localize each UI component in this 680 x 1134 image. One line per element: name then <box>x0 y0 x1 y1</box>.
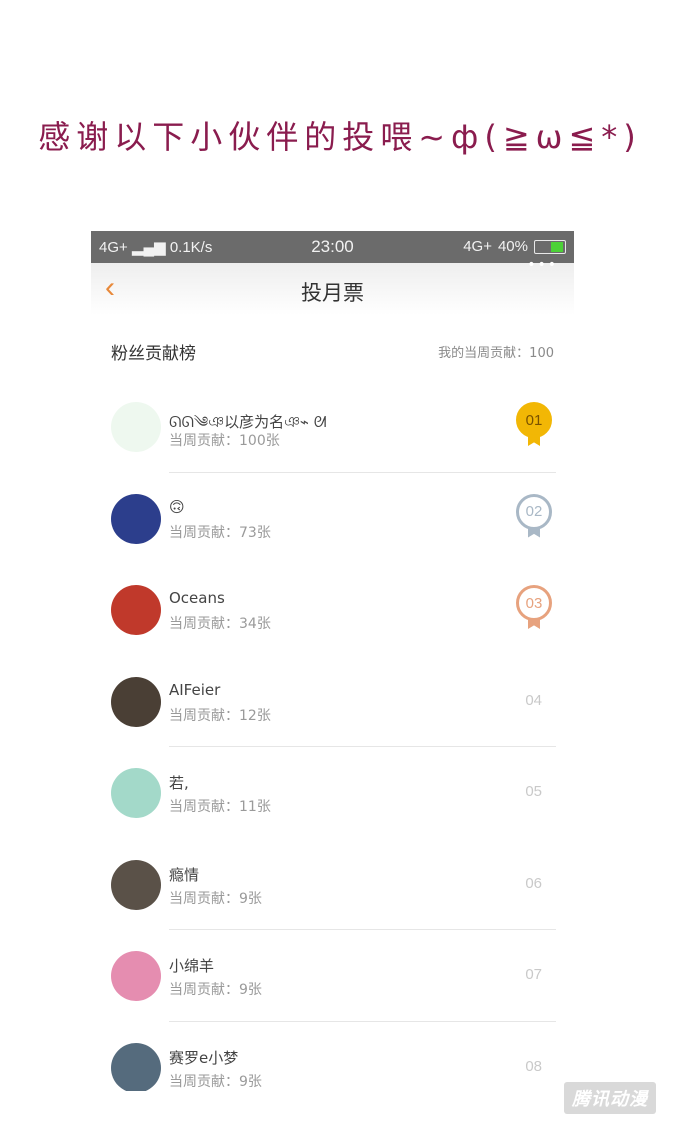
avatar[interactable] <box>111 585 161 635</box>
avatar[interactable] <box>111 402 161 452</box>
fan-contribution: 当周贡献：100张 <box>169 433 280 449</box>
page-title: 投月票 <box>301 281 364 305</box>
watermark-logo: 腾讯动漫 <box>564 1082 656 1114</box>
fan-contribution: 当周贡献：11张 <box>169 799 271 815</box>
fan-contribution: 当周贡献：9张 <box>169 890 262 907</box>
fan-name: 🙃 <box>169 497 185 516</box>
silver-medal-icon: 02 <box>516 493 552 540</box>
avatar[interactable] <box>111 1042 161 1091</box>
rank-number: 01 <box>516 402 552 438</box>
fan-name: Oceans <box>169 589 225 607</box>
avatar[interactable] <box>111 859 161 910</box>
fan-name: 瘾情 <box>169 865 200 884</box>
rank-number: 07 <box>525 966 542 983</box>
my-contribution: 我的当周贡献：100 <box>438 346 554 361</box>
section-title: 粉丝贡献榜 <box>111 344 196 364</box>
fan-ranking-header: 粉丝贡献榜 我的当周贡献：100 <box>91 335 574 365</box>
list-item[interactable]: 赛罗e小梦当周贡献：9张 08 <box>91 1022 574 1091</box>
avatar[interactable] <box>111 676 161 727</box>
fan-contribution: 当周贡献：9张 <box>169 1073 262 1090</box>
fan-name: 若, <box>169 774 189 792</box>
fan-list: ᘏᘏ༄ঞ以彦为名ঞ⌁ ᘛ 当周贡献：100张 01 🙃 当周贡献：73张 02 Oceans… <box>91 381 574 1091</box>
list-item[interactable]: 🙃 当周贡献：73张 02 <box>91 473 574 565</box>
fan-contribution: 当周贡献：34张 <box>169 616 271 632</box>
bronze-medal-icon: 03 <box>516 585 552 631</box>
gold-medal-icon: 01 <box>516 402 552 448</box>
status-bar: 4G+ ▂▄▆ 0.1K/s 23:00 4G+ 40% <box>91 231 574 263</box>
rank-number: 02 <box>516 493 552 530</box>
rank-number: 08 <box>525 1057 542 1075</box>
more-dots-icon[interactable]: ••• <box>527 257 558 273</box>
list-item[interactable]: 小绵羊当周贡献：9张 07 <box>91 930 574 1022</box>
nav-bar: ‹ 投月票 ••• <box>91 257 574 315</box>
fan-contribution: 当周贡献：73张 <box>169 524 271 541</box>
status-right: 4G+ 40% <box>463 238 566 255</box>
list-item[interactable]: 瘾情当周贡献：9张 06 <box>91 839 574 930</box>
phone-screenshot: 4G+ ▂▄▆ 0.1K/s 23:00 4G+ 40% ‹ 投月票 ••• 粉… <box>91 231 574 1091</box>
fan-contribution: 当周贡献：9张 <box>169 982 262 998</box>
avatar[interactable] <box>111 493 161 544</box>
avatar[interactable] <box>111 768 161 818</box>
rank-number: 03 <box>516 585 552 621</box>
network-right-label: 4G+ <box>463 238 492 255</box>
list-item[interactable]: Oceans 当周贡献：34张 03 <box>91 564 574 656</box>
fan-name: 小绵羊 <box>169 957 215 975</box>
rank-number: 04 <box>525 691 542 709</box>
list-item[interactable]: 若, 当周贡献：11张 05 <box>91 747 574 839</box>
battery-label: 40% <box>497 238 528 255</box>
fan-name: 赛罗e小梦 <box>169 1048 239 1067</box>
battery-icon <box>534 239 566 254</box>
rank-number: 05 <box>525 783 542 800</box>
list-item[interactable]: ᘏᘏ༄ঞ以彦为名ঞ⌁ ᘛ 当周贡献：100张 01 <box>91 381 574 473</box>
thanks-caption: 感谢以下小伙伴的投喂~ф(≧ω≦*) <box>38 118 642 156</box>
avatar[interactable] <box>111 951 161 1001</box>
list-item[interactable]: AIFeier 当周贡献：12张 04 <box>91 656 574 747</box>
fan-contribution: 当周贡献：12张 <box>169 707 271 724</box>
fan-name: AIFeier <box>169 680 221 699</box>
rank-number: 06 <box>525 874 542 892</box>
